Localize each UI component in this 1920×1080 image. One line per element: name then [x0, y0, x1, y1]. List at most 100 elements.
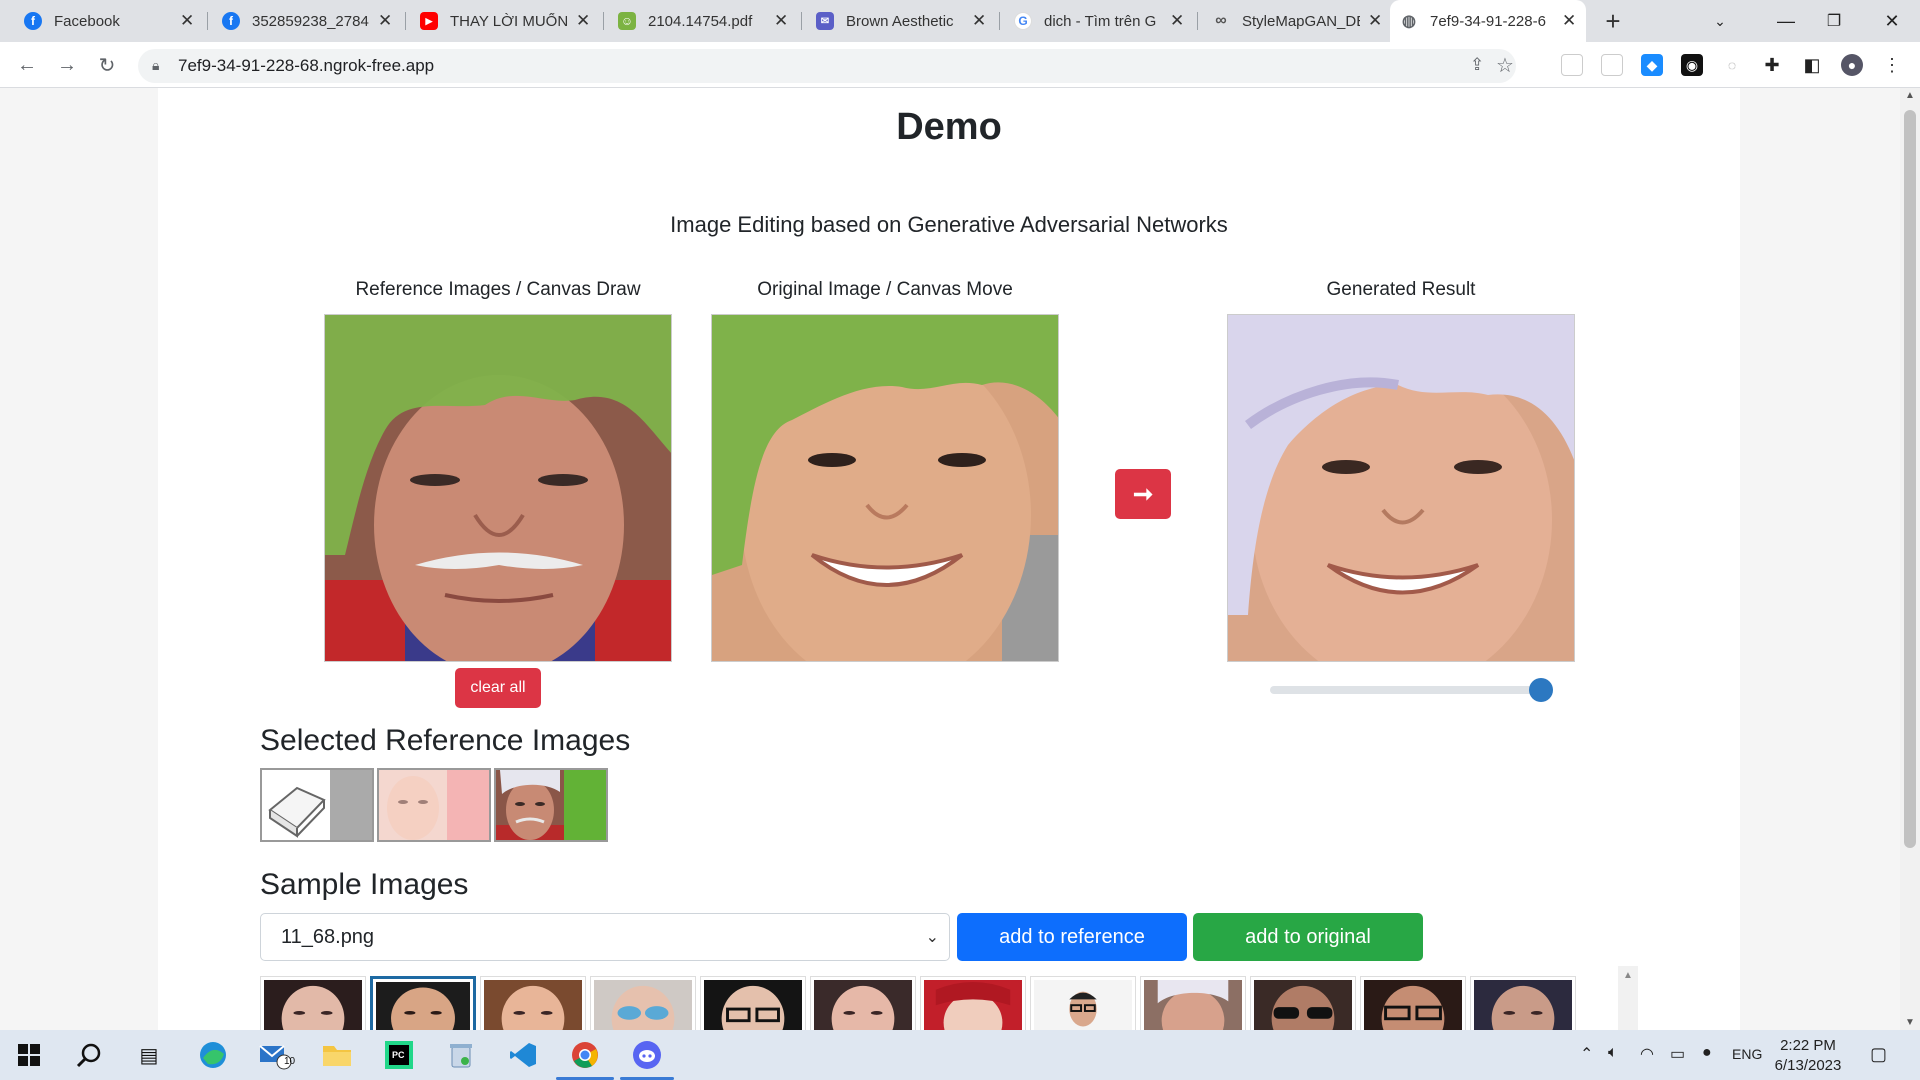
more-options-icon[interactable]: ⋮ [1881, 54, 1903, 76]
sample-image-thumb[interactable] [1140, 976, 1246, 1030]
volume-icon[interactable]: 🔈︎ [1608, 1044, 1618, 1062]
mix-slider[interactable] [1270, 678, 1553, 702]
sample-image-thumb[interactable] [1250, 976, 1356, 1030]
scrollbar-thumb[interactable] [1904, 110, 1916, 848]
close-icon[interactable]: ✕ [378, 11, 392, 31]
page-scrollbar[interactable]: ▲ ▼ [1900, 88, 1920, 1030]
sample-image-thumb-selected[interactable] [370, 976, 476, 1030]
notifications-icon[interactable]: ▢ [1870, 1044, 1887, 1065]
sample-image-thumb[interactable] [920, 976, 1026, 1030]
facebook-icon: f [24, 12, 42, 30]
tab-separator [603, 12, 604, 30]
browser-toolbar: ← → ↻ 🔒︎ 7ef9-34-91-228-68.ngrok-free.ap… [0, 42, 1920, 88]
sample-image-thumb[interactable] [1030, 976, 1136, 1030]
discord-icon[interactable] [630, 1038, 664, 1072]
close-icon[interactable]: ✕ [972, 11, 986, 31]
timer-extension-icon[interactable]: ◌ [1721, 54, 1743, 76]
lock-icon: 🔒︎ [152, 57, 160, 73]
recycle-icon[interactable] [444, 1038, 478, 1072]
back-arrow-icon[interactable]: ← [12, 50, 42, 80]
extension-icon[interactable] [1561, 54, 1583, 76]
extension-icon[interactable] [1601, 54, 1623, 76]
add-to-original-button[interactable]: add to original [1193, 913, 1423, 961]
search-icon[interactable] [72, 1038, 106, 1072]
sample-image-thumb[interactable] [700, 976, 806, 1030]
original-move-canvas[interactable] [711, 314, 1059, 662]
tab-separator [1197, 12, 1198, 30]
restore-button[interactable]: ❐ [1804, 0, 1864, 42]
sample-image-thumb[interactable] [1470, 976, 1576, 1030]
sample-face-image [1254, 980, 1352, 1030]
clear-all-button[interactable]: clear all [455, 668, 541, 708]
sample-image-thumb[interactable] [260, 976, 366, 1030]
new-tab-button[interactable]: + [1598, 6, 1628, 37]
tray-chevron-up-icon[interactable]: ⌃ [1580, 1044, 1593, 1064]
sample-image-select[interactable]: 11_68.png ⌄ [260, 913, 950, 961]
profile-avatar[interactable]: ● [1841, 54, 1863, 76]
sample-strip-scrollbar[interactable]: ▲ [1618, 966, 1638, 1030]
vscode-icon[interactable] [506, 1038, 540, 1072]
green-reference-thumb[interactable] [494, 768, 608, 842]
scroll-up-arrow-icon[interactable]: ▲ [1905, 90, 1915, 101]
sample-image-thumb[interactable] [480, 976, 586, 1030]
tab-brown-aesthetic[interactable]: ✉ Brown Aesthetic ✕ [806, 0, 996, 42]
tab-colab[interactable]: ∞ StyleMapGAN_DE ✕ [1202, 0, 1392, 42]
reference-face-thumb [496, 770, 564, 840]
scroll-down-arrow-icon[interactable]: ▼ [1905, 1017, 1915, 1028]
file-explorer-icon[interactable] [320, 1038, 354, 1072]
tab-label: THAY LỜI MUỐN [450, 12, 568, 30]
tab-youtube[interactable]: ▶ THAY LỜI MUỐN ✕ [410, 0, 600, 42]
reload-icon[interactable]: ↻ [92, 50, 122, 80]
scroll-up-arrow-icon[interactable]: ▲ [1623, 970, 1633, 981]
bookmark-star-icon[interactable]: ☆ [1496, 53, 1514, 78]
tab-pdf[interactable]: ☺ 2104.14754.pdf ✕ [608, 0, 798, 42]
tab-facebook[interactable]: f Facebook ✕ [14, 0, 204, 42]
share-icon[interactable]: ⇪ [1470, 55, 1484, 75]
close-icon[interactable]: ✕ [1368, 11, 1382, 31]
sample-image-thumb[interactable] [810, 976, 916, 1030]
url-text: 7ef9-34-91-228-68.ngrok-free.app [178, 56, 435, 75]
tab-separator [405, 12, 406, 30]
tab-google-search[interactable]: G dich - Tìm trên G ✕ [1004, 0, 1194, 42]
close-icon[interactable]: ✕ [1170, 11, 1184, 31]
tab-separator [207, 12, 208, 30]
tab-search-chevron-icon[interactable]: ⌄ [1690, 0, 1750, 42]
mail-icon[interactable]: 10 [258, 1038, 295, 1072]
generate-arrow-button[interactable]: ➞ [1115, 469, 1171, 519]
window-close-button[interactable]: ✕ [1862, 0, 1920, 42]
dropbox-extension-icon[interactable]: ◆ [1641, 54, 1663, 76]
side-panel-icon[interactable]: ◧ [1801, 54, 1823, 76]
windows-start-icon[interactable] [12, 1038, 46, 1072]
chat-icon: ✉ [816, 12, 834, 30]
reference-draw-canvas[interactable] [324, 314, 672, 662]
close-icon[interactable]: ✕ [1562, 11, 1576, 31]
close-icon[interactable]: ✕ [576, 11, 590, 31]
address-bar[interactable]: 🔒︎ 7ef9-34-91-228-68.ngrok-free.app ⇪ ☆ [138, 49, 1516, 83]
tab-facebook-post[interactable]: f 352859238_2784 ✕ [212, 0, 402, 42]
microphone-icon[interactable]: ● [1702, 1044, 1712, 1062]
eraser-reference-thumb[interactable] [260, 768, 374, 842]
eraser-icon [262, 770, 330, 840]
sample-image-thumb[interactable] [1360, 976, 1466, 1030]
forward-arrow-icon[interactable]: → [52, 50, 82, 80]
tab-separator [999, 12, 1000, 30]
close-icon[interactable]: ✕ [180, 11, 194, 31]
sample-image-thumb[interactable] [590, 976, 696, 1030]
battery-icon[interactable]: ▭ [1670, 1044, 1685, 1064]
add-to-reference-button[interactable]: add to reference [957, 913, 1187, 961]
page-viewport: Demo Image Editing based on Generative A… [0, 88, 1920, 1030]
taskbar-clock[interactable]: 2:22 PM 6/13/2023 [1754, 1036, 1862, 1076]
edge-browser-icon[interactable] [196, 1038, 230, 1072]
slider-knob[interactable] [1528, 678, 1553, 702]
pink-reference-thumb[interactable] [377, 768, 491, 842]
chrome-icon[interactable] [568, 1038, 602, 1072]
pycharm-icon[interactable]: PC [382, 1038, 416, 1072]
puzzle-extensions-icon[interactable]: ✚ [1761, 54, 1783, 76]
close-icon[interactable]: ✕ [774, 11, 788, 31]
sample-face-image [1144, 980, 1242, 1030]
wifi-icon[interactable]: ◠ [1640, 1044, 1654, 1064]
task-view-icon[interactable]: ▤ [132, 1038, 166, 1072]
tab-demo-active[interactable]: ◍ 7ef9-34-91-228-6 ✕ [1390, 0, 1586, 42]
sample-face-image [484, 980, 582, 1030]
mask-extension-icon[interactable]: ◉ [1681, 54, 1703, 76]
